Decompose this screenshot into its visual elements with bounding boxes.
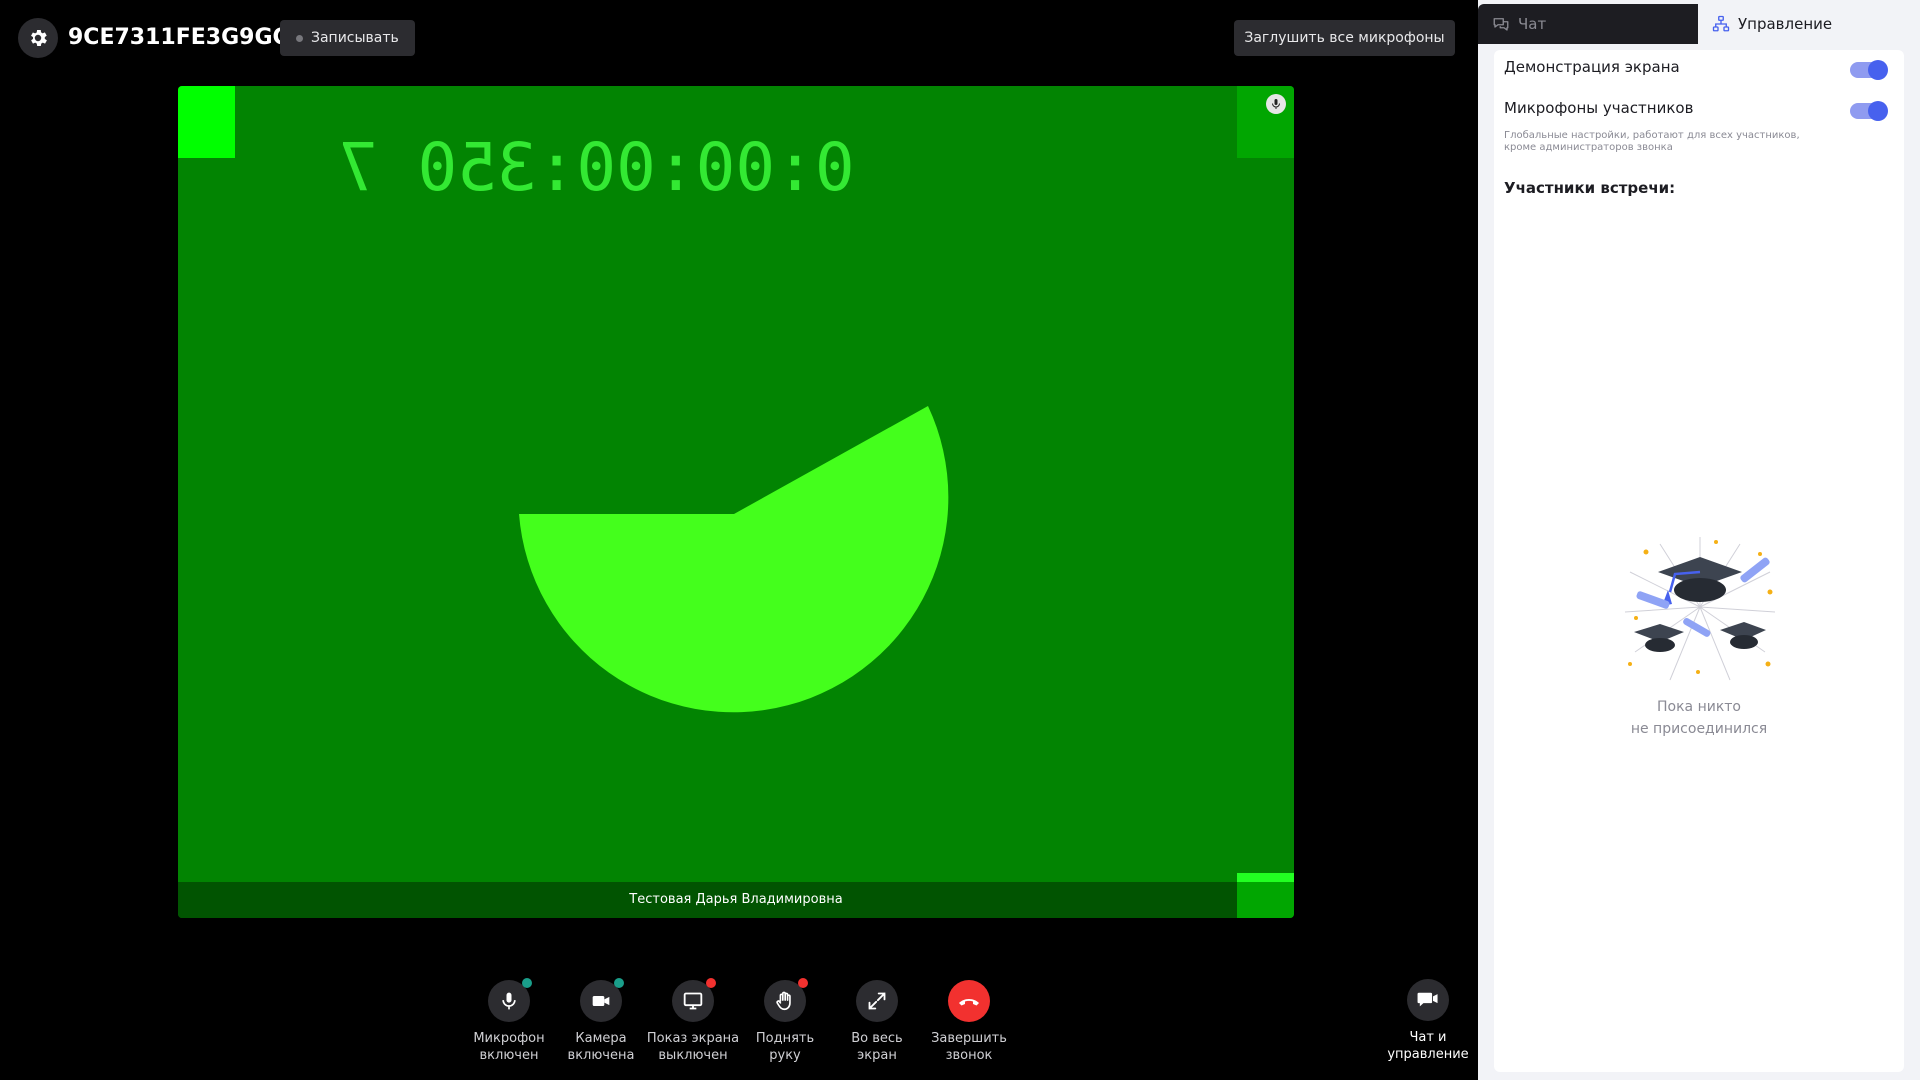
control-label: Во весь экран: [851, 1031, 903, 1063]
tab-management[interactable]: Управление: [1698, 4, 1920, 44]
control-label: Поднять руку: [755, 1031, 815, 1063]
room-id: 9CE7311FE3G9GCE: [68, 25, 304, 50]
participant-mic-status: [1266, 94, 1286, 114]
tab-chat[interactable]: Чат: [1478, 4, 1698, 44]
screen-share-button[interactable]: Показ экрана выключен: [643, 978, 743, 1064]
tab-management-label: Управление: [1738, 15, 1833, 33]
microphone-button-circle[interactable]: [488, 978, 532, 1022]
hierarchy-icon: [1712, 15, 1730, 32]
chat-video-icon: [1417, 992, 1438, 1007]
record-button[interactable]: Записывать: [280, 20, 415, 56]
chat-and-controls-button[interactable]: Чат и управление: [1378, 979, 1478, 1063]
microphone-toggle-button[interactable]: Микрофон включен: [459, 978, 559, 1064]
test-pattern-corner: [178, 86, 235, 158]
control-label: Показ экрана выключен: [646, 1031, 740, 1063]
gear-icon: [31, 30, 47, 46]
video-timecode: 0:00:00:350 7: [338, 129, 855, 206]
fullscreen-button[interactable]: Во весь экран: [827, 980, 927, 1064]
side-panel: Чат Управление Демонстрация экрана Микро…: [1478, 0, 1920, 1080]
hand-icon: [776, 991, 791, 1011]
mute-all-button[interactable]: Заглушить все микрофоны: [1234, 20, 1455, 56]
screen-share-button-circle[interactable]: [672, 978, 716, 1022]
control-label: Завершить звонок: [931, 1031, 1007, 1063]
graduation-caps-illustration: [1624, 537, 1776, 681]
status-badge: [798, 978, 808, 988]
participants-title: Участники встречи:: [1504, 179, 1676, 197]
toggle-knob: [1868, 101, 1888, 121]
camera-icon: [592, 996, 610, 1006]
tab-chat-label: Чат: [1518, 15, 1547, 33]
status-badge: [706, 978, 716, 988]
chat-button-circle[interactable]: [1407, 979, 1449, 1021]
participant-name: Тестовая Дарья Владимировна: [629, 892, 843, 907]
management-card: Демонстрация экрана Микрофоны участников…: [1494, 50, 1904, 1072]
monitor-icon: [683, 992, 703, 1010]
record-button-label: Записывать: [311, 30, 399, 46]
record-dot-icon: [296, 34, 303, 42]
control-label: Чат и управление: [1387, 1030, 1469, 1062]
participant-mics-setting-label: Микрофоны участников: [1504, 99, 1694, 117]
control-label: Камера включена: [567, 1031, 635, 1063]
test-pattern-sweep: [519, 406, 949, 713]
raise-hand-button-circle[interactable]: [764, 978, 808, 1022]
camera-toggle-button[interactable]: Камера включена: [551, 978, 651, 1064]
settings-hint: Глобальные настройки, работают для всех …: [1504, 130, 1800, 153]
microphone-icon: [1272, 99, 1280, 109]
video-tile: 0:00:00:350 7 Тестовая Дарья Владимировн…: [178, 86, 1294, 918]
status-badge: [522, 978, 532, 988]
control-label: Микрофон включен: [473, 1031, 545, 1063]
fullscreen-button-circle[interactable]: [856, 980, 898, 1022]
screen-share-setting-label: Демонстрация экрана: [1504, 58, 1680, 76]
screen-share-toggle[interactable]: [1850, 60, 1888, 80]
toggle-knob: [1868, 60, 1888, 80]
test-pattern-corner: [1237, 873, 1294, 882]
expand-icon: [868, 992, 886, 1010]
participant-mics-toggle[interactable]: [1850, 101, 1888, 121]
end-call-button[interactable]: Завершить звонок: [919, 980, 1019, 1064]
status-badge: [614, 978, 624, 988]
end-call-button-circle[interactable]: [948, 980, 990, 1022]
camera-button-circle[interactable]: [580, 978, 624, 1022]
microphone-icon: [502, 992, 516, 1010]
phone-hangup-icon: [959, 999, 979, 1006]
settings-button[interactable]: [18, 18, 58, 58]
chat-icon: [1493, 18, 1509, 31]
raise-hand-button[interactable]: Поднять руку: [735, 978, 835, 1064]
empty-participants-text: Пока никто не присоединился: [1630, 699, 1768, 737]
